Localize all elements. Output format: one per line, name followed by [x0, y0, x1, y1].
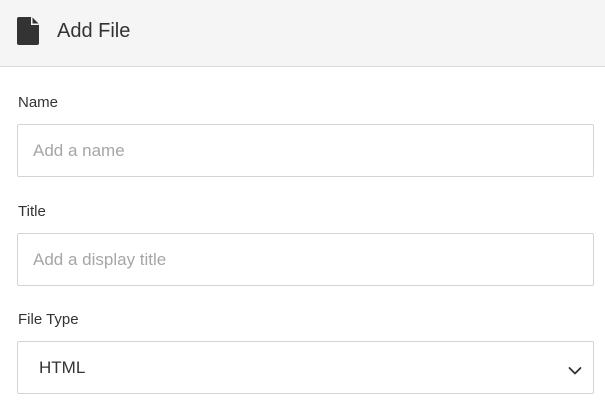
file-type-label: File Type: [18, 311, 79, 328]
file-type-selected-value: HTML: [39, 358, 86, 377]
dialog-header: Add File: [0, 0, 605, 67]
file-icon: [17, 17, 39, 45]
chevron-down-icon: [568, 363, 582, 375]
add-file-dialog: Add File Name Title File Type HTML: [0, 0, 605, 413]
dialog-title: Add File: [57, 20, 131, 42]
name-input[interactable]: [17, 124, 594, 177]
title-input[interactable]: [17, 233, 594, 286]
title-label: Title: [18, 203, 46, 220]
name-label: Name: [18, 94, 59, 111]
file-type-select[interactable]: HTML: [17, 341, 594, 394]
